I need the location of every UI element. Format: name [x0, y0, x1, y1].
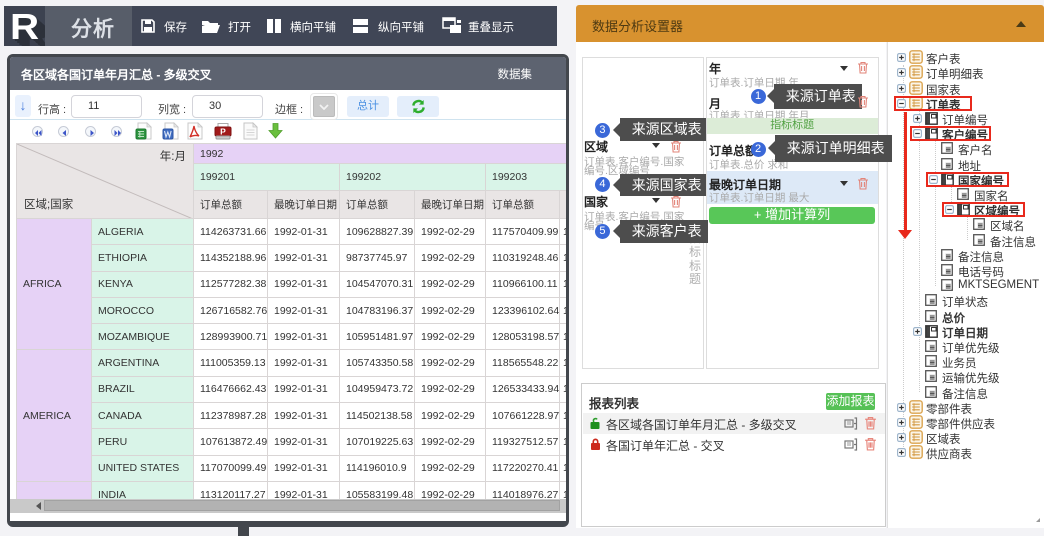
svg-text:P: P: [220, 127, 226, 137]
